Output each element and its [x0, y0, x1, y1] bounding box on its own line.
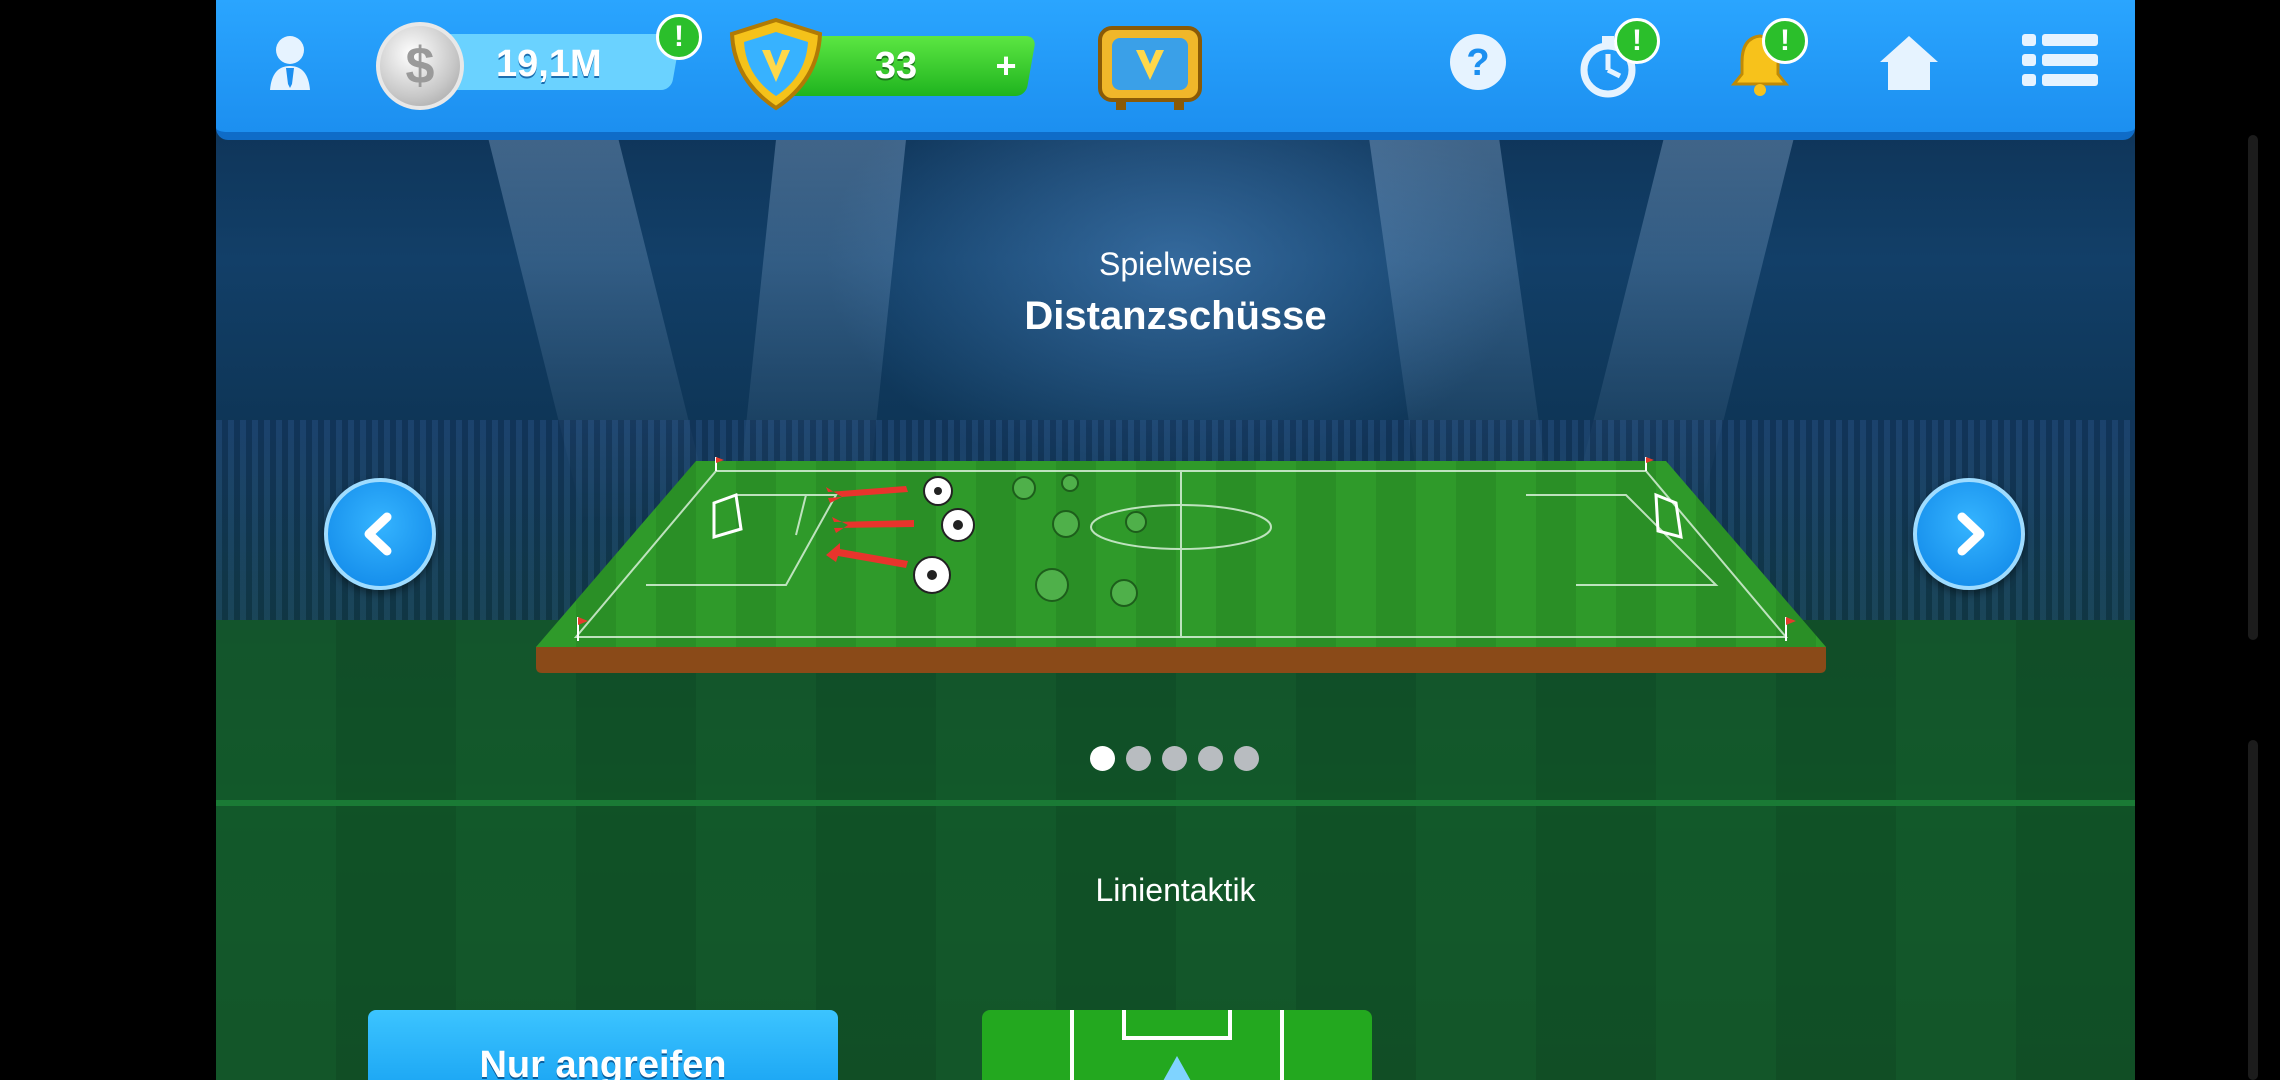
formation-preview[interactable] [982, 1010, 1372, 1080]
play-style-label: Spielweise [1099, 246, 1252, 282]
next-style-button[interactable] [1913, 478, 2025, 590]
alert-badge: ! [1614, 18, 1660, 64]
menu-icon[interactable] [2022, 32, 2098, 88]
scrollbar-segment[interactable] [2248, 740, 2258, 1080]
grass-line [216, 800, 2135, 806]
chevron-left-icon [364, 512, 392, 556]
tv-icon[interactable] [1096, 22, 1204, 114]
profile-icon[interactable] [266, 32, 314, 92]
coin-icon: $ [376, 22, 464, 110]
gem-value: 33 [874, 45, 918, 87]
help-icon[interactable]: ? [1448, 32, 1508, 92]
game-screen: $ 19,1M ! 33 + ? ! ! Spielweise Distanzs… [216, 0, 2135, 1080]
home-icon[interactable] [1878, 32, 1940, 92]
pagination-dot[interactable] [1090, 746, 1115, 771]
line-tactic-label: Linientaktik [1095, 872, 1256, 908]
pagination-dot[interactable] [1234, 746, 1259, 771]
alert-badge: ! [656, 14, 702, 60]
scrollbar-segment[interactable] [2248, 135, 2258, 640]
coin-value: 19,1M [496, 43, 602, 85]
gem-shield-icon [726, 16, 826, 112]
gem-balance[interactable]: 33 + [726, 16, 1056, 112]
attack-only-button[interactable]: Nur angreifen [368, 1010, 838, 1080]
top-bar: $ 19,1M ! 33 + ? ! ! [216, 0, 2135, 140]
pitch-illustration [536, 457, 1826, 673]
play-style-title: Distanzschüsse [1024, 294, 1327, 338]
pagination-dot[interactable] [1162, 746, 1187, 771]
previous-style-button[interactable] [324, 478, 436, 590]
alert-badge: ! [1762, 18, 1808, 64]
carousel-pagination [1090, 746, 1270, 771]
svg-text:?: ? [1466, 42, 1489, 84]
pagination-dot[interactable] [1126, 746, 1151, 771]
chevron-right-icon [1957, 512, 1985, 556]
bell-icon[interactable]: ! [1728, 18, 1808, 96]
stopwatch-icon[interactable]: ! [1578, 18, 1660, 100]
add-gems-button[interactable]: + [984, 42, 1028, 90]
coin-balance[interactable]: $ 19,1M ! [376, 14, 702, 110]
pagination-dot[interactable] [1198, 746, 1223, 771]
